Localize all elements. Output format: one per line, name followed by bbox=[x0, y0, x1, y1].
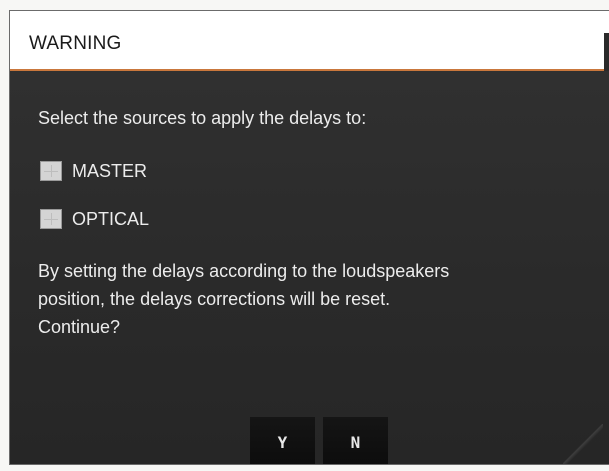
message-line-2: position, the delays corrections will be… bbox=[38, 289, 391, 309]
optical-option[interactable]: OPTICAL bbox=[40, 207, 149, 231]
corner-glint-decoration bbox=[563, 424, 603, 464]
dialog-body: Select the sources to apply the delays t… bbox=[10, 71, 609, 464]
yes-button[interactable]: Y bbox=[250, 417, 315, 464]
warning-dialog: WARNING Select the sources to apply the … bbox=[9, 10, 609, 465]
master-option[interactable]: MASTER bbox=[40, 159, 147, 183]
optical-checkbox[interactable] bbox=[40, 209, 62, 229]
master-label: MASTER bbox=[72, 160, 148, 181]
message-line-3: Continue? bbox=[38, 317, 121, 337]
dialog-titlebar: WARNING bbox=[10, 11, 609, 71]
dialog-buttons: Y N bbox=[250, 417, 388, 464]
dialog-title: WARNING bbox=[29, 33, 122, 54]
message-line-1: By setting the delays according to the l… bbox=[38, 261, 450, 281]
sources-prompt: Select the sources to apply the delays t… bbox=[38, 108, 367, 128]
no-button[interactable]: N bbox=[323, 417, 388, 464]
titlebar-edge-accent bbox=[604, 33, 609, 71]
master-checkbox[interactable] bbox=[40, 161, 62, 181]
reset-warning-message: By setting the delays according to the l… bbox=[38, 257, 593, 341]
optical-label: OPTICAL bbox=[72, 208, 150, 229]
